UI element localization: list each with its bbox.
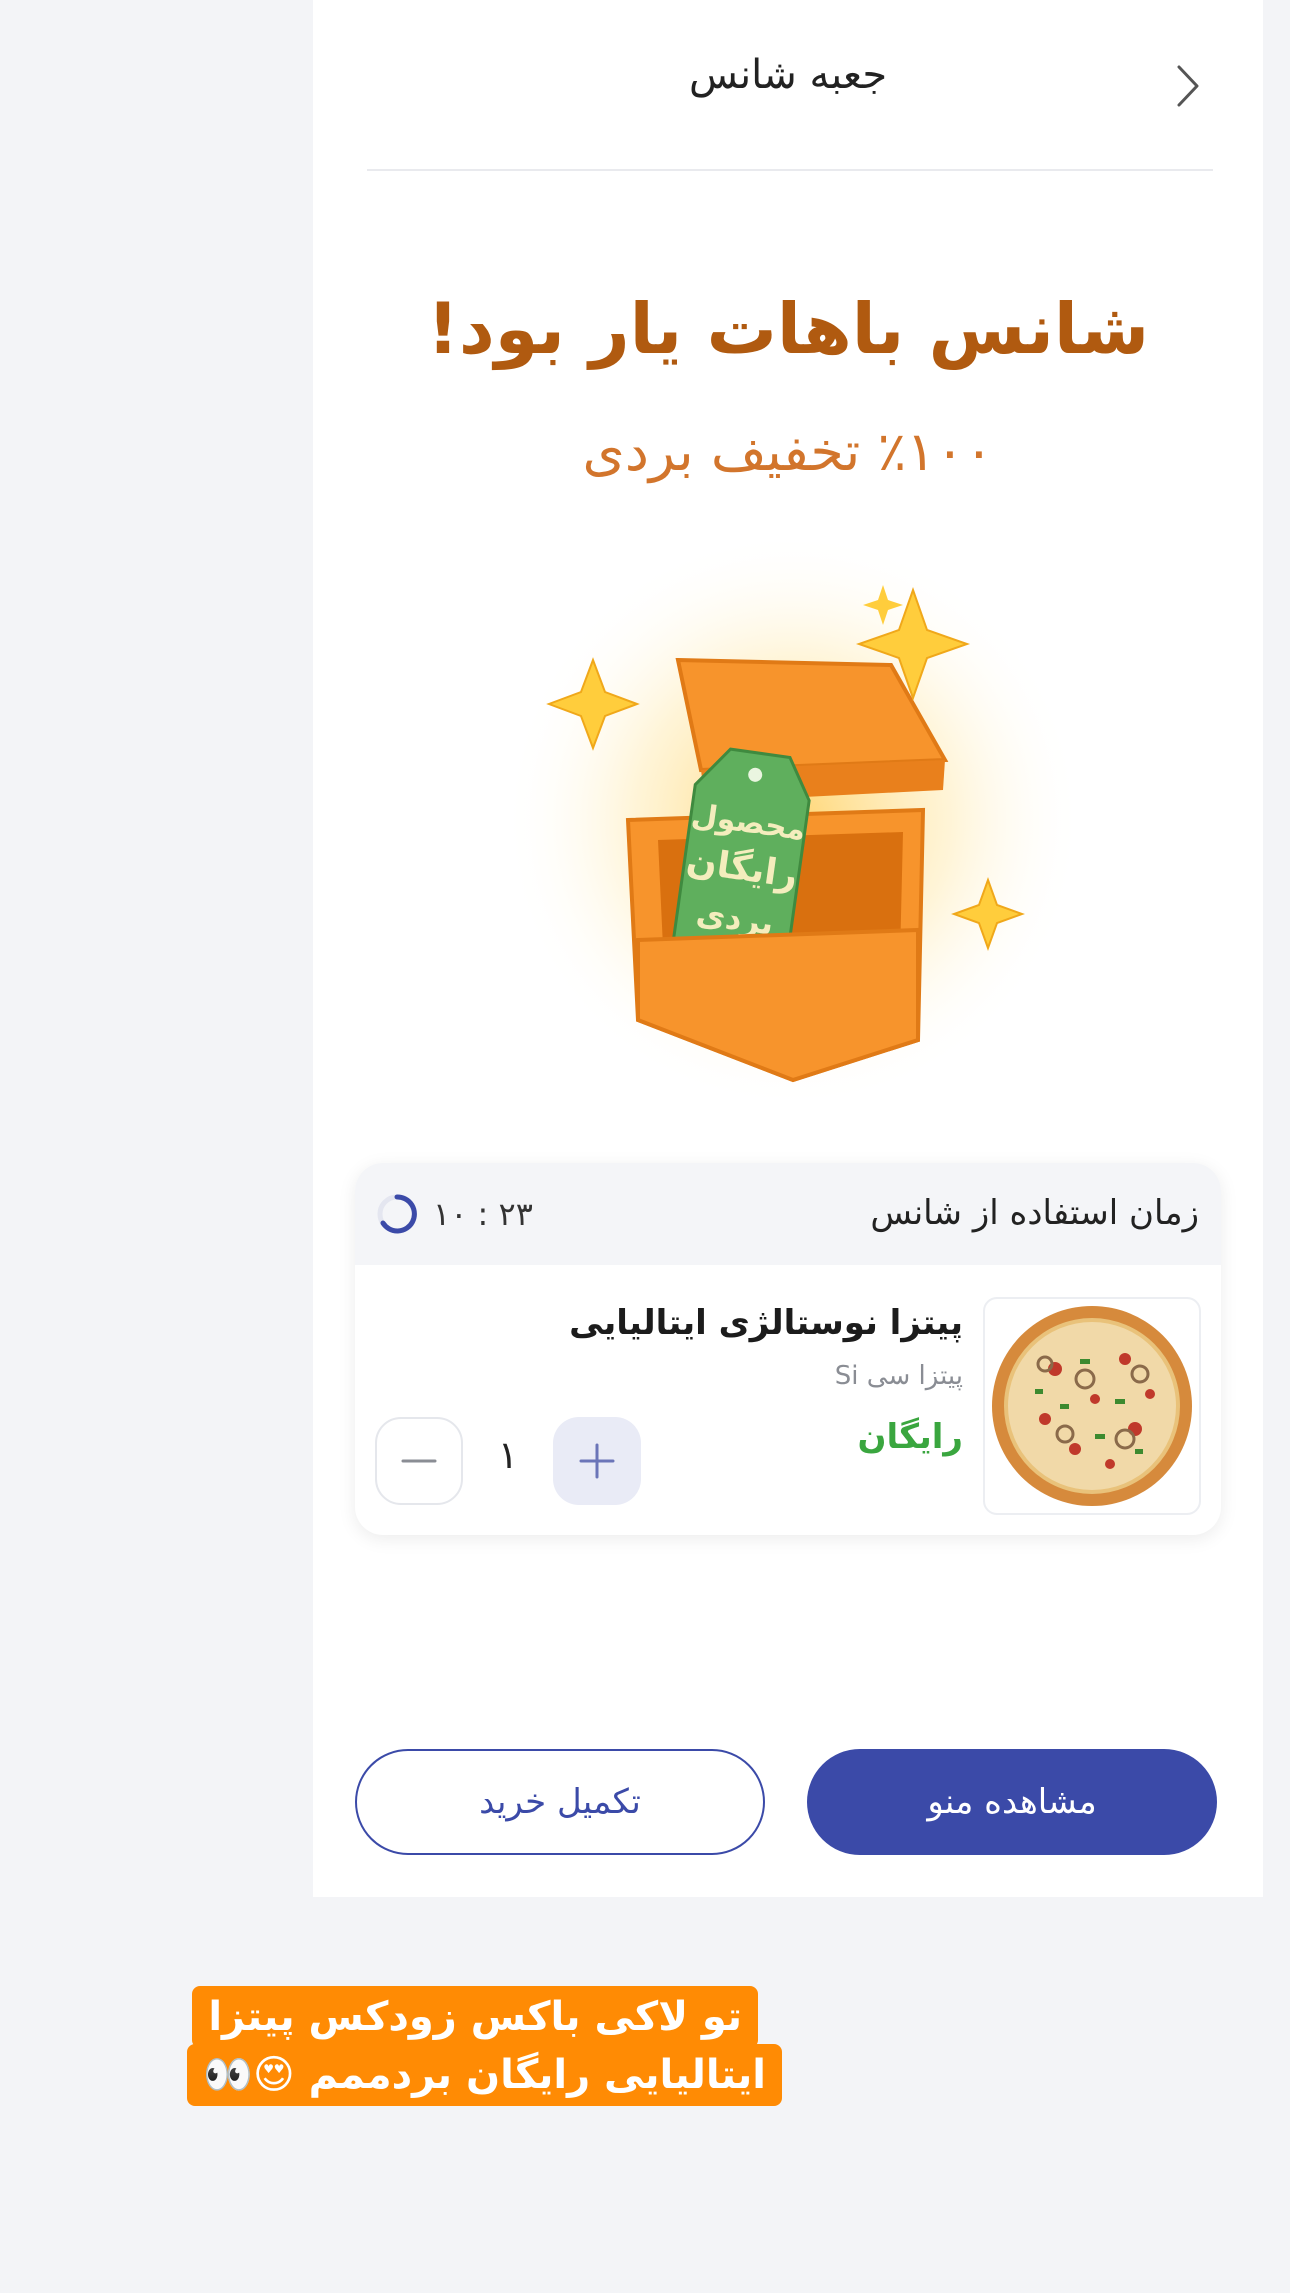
plus-icon bbox=[579, 1443, 615, 1479]
win-title: شانس باهات یار بود! bbox=[426, 288, 1150, 370]
prize-box-illustration: محصول رایگان بردی bbox=[503, 530, 1083, 1110]
quantity-value: ۱ bbox=[497, 1433, 519, 1477]
caption-line-2: ایتالیایی رایگان بردممم 😍👀 bbox=[187, 2044, 782, 2106]
product-image bbox=[983, 1297, 1201, 1515]
card-header: زمان استفاده از شانس ۱۰ : ۲۳ bbox=[355, 1163, 1221, 1265]
prize-card: زمان استفاده از شانس ۱۰ : ۲۳ پیتزا نوستا… bbox=[355, 1163, 1221, 1535]
minus-icon bbox=[401, 1459, 437, 1463]
countdown-timer: ۱۰ : ۲۳ bbox=[375, 1189, 533, 1239]
caption-line-1: تو لاکی باکس زودکس پیتزا bbox=[192, 1986, 758, 2048]
checkout-button[interactable]: تکمیل خرید bbox=[355, 1749, 765, 1855]
discount-subtitle: ٪۱۰۰ تخفیف بردی bbox=[582, 420, 994, 483]
view-menu-button[interactable]: مشاهده منو bbox=[807, 1749, 1217, 1855]
usage-time-label: زمان استفاده از شانس bbox=[870, 1193, 1199, 1233]
increase-quantity-button[interactable] bbox=[553, 1417, 641, 1505]
timer-value: ۱۰ : ۲۳ bbox=[433, 1195, 533, 1233]
product-category: پیتزا سی Si bbox=[834, 1361, 963, 1391]
header-divider bbox=[367, 169, 1213, 171]
page-title: جعبه شانس bbox=[688, 52, 888, 98]
product-name: پیتزا نوستالژی ایتالیایی bbox=[569, 1303, 963, 1343]
product-price: رایگان bbox=[857, 1417, 963, 1457]
pizza-icon bbox=[992, 1306, 1192, 1506]
page-header: جعبه شانس bbox=[313, 0, 1263, 171]
timer-ring-icon bbox=[377, 1194, 417, 1234]
decrease-quantity-button[interactable] bbox=[375, 1417, 463, 1505]
story-caption: تو لاکی باکس زودکس پیتزا ایتالیایی رایگا… bbox=[130, 1986, 782, 2122]
lucky-box-panel: جعبه شانس شانس باهات یار بود! ٪۱۰۰ تخفیف… bbox=[313, 0, 1263, 1897]
